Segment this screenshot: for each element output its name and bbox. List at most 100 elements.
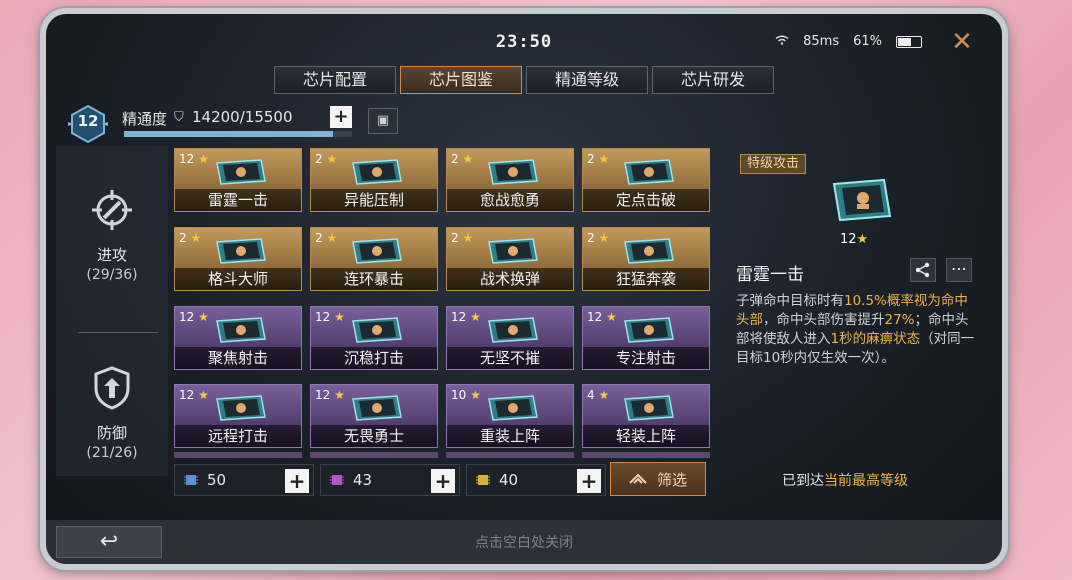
star-icon: ★ bbox=[598, 388, 610, 403]
chip-stars: 2 ★ bbox=[587, 230, 610, 245]
resource-gold: 40 + bbox=[466, 464, 606, 496]
chip-card[interactable]: 2 ★ 愈战愈勇 bbox=[446, 148, 574, 212]
chip-stars: 12 ★ bbox=[451, 309, 481, 324]
chip-icon bbox=[352, 316, 402, 343]
chip-icon bbox=[624, 395, 674, 422]
category-defense[interactable]: 防御 (21/26) bbox=[56, 364, 168, 461]
add-mastery-button[interactable]: + bbox=[330, 106, 352, 128]
chip-stars: 12 ★ bbox=[315, 309, 345, 324]
chip-stars: 2 ★ bbox=[587, 152, 610, 166]
chip-stars: 12 ★ bbox=[587, 309, 617, 324]
chip-stars: 2 ★ bbox=[179, 230, 202, 245]
chip-name: 远程打击 bbox=[175, 425, 301, 448]
resource-purple-value: 43 bbox=[353, 471, 373, 489]
chip-icon bbox=[624, 237, 674, 264]
close-button[interactable]: ✕ bbox=[948, 28, 976, 56]
category-defense-count: (21/26) bbox=[86, 445, 138, 461]
tab-chip-codex[interactable]: 芯片图鉴 bbox=[400, 66, 522, 94]
chip-card[interactable]: 2 ★ 异能压制 bbox=[310, 148, 438, 212]
chip-card[interactable]: 12 ★ 雷霆一击 bbox=[174, 148, 302, 212]
chip-detail-panel: 特级攻击 12★ 雷霆一击 ⋯ 子弹命中目标时有10.5%概率视为命中头部，命中… bbox=[722, 146, 984, 496]
chip-icon bbox=[488, 159, 538, 185]
gold-chip-icon bbox=[476, 475, 490, 485]
chip-stars: 4 ★ bbox=[587, 388, 610, 403]
chip-icon bbox=[216, 237, 266, 264]
category-attack[interactable]: 进攻 (29/36) bbox=[56, 186, 168, 283]
chip-name: 沉稳打击 bbox=[311, 346, 437, 369]
category-divider bbox=[78, 332, 158, 333]
chip-card[interactable]: 2 ★ 狂猛奔袭 bbox=[582, 226, 710, 291]
add-gold-resource-button[interactable]: + bbox=[577, 469, 601, 493]
star-icon: ★ bbox=[462, 152, 474, 166]
chip-card-icon[interactable]: ▣ bbox=[368, 108, 398, 134]
star-icon: ★ bbox=[856, 232, 869, 247]
battery-text: 61% bbox=[853, 34, 882, 49]
wifi-icon bbox=[775, 34, 789, 49]
chip-card[interactable]: 4 ★ 轻装上阵 bbox=[582, 384, 710, 449]
device-frame: 23:50 85ms 61% ✕ 芯片配置 芯片图鉴 精通等级 芯片研发 12 … bbox=[40, 8, 1008, 570]
tab-bar: 芯片配置 芯片图鉴 精通等级 芯片研发 bbox=[274, 66, 774, 94]
chip-icon bbox=[352, 237, 402, 264]
chip-card[interactable]: 10 ★ 重装上阵 bbox=[446, 384, 574, 449]
chip-grid: 12 ★ 雷霆一击 2 ★ 异能压制 2 ★ 愈战愈勇 2 ★ 定点击破 2 ★ 格斗大师 2 ★ 连… bbox=[174, 148, 710, 452]
star-icon: ★ bbox=[598, 230, 610, 245]
resource-gold-value: 40 bbox=[499, 471, 519, 489]
chip-card[interactable]: 12 ★ 远程打击 bbox=[174, 384, 302, 449]
tab-chip-config[interactable]: 芯片配置 bbox=[274, 66, 396, 94]
star-icon: ★ bbox=[198, 152, 209, 166]
star-icon: ★ bbox=[470, 309, 481, 324]
star-icon: ★ bbox=[326, 152, 338, 166]
chip-name: 无坚不摧 bbox=[447, 346, 573, 369]
purple-chip-icon bbox=[330, 475, 344, 485]
star-icon: ★ bbox=[334, 388, 345, 403]
mastery-level: 12 bbox=[77, 112, 99, 130]
chip-card[interactable]: 2 ★ 战术换弹 bbox=[446, 226, 574, 291]
chip-icon bbox=[488, 237, 538, 264]
add-blue-resource-button[interactable]: + bbox=[285, 469, 309, 493]
filter-label: 筛选 bbox=[656, 470, 687, 489]
chip-large-icon bbox=[832, 178, 892, 222]
max-level-note: 已到达当前最高等级 bbox=[782, 473, 908, 489]
bottom-bar: ↩ 点击空白处关闭 bbox=[46, 520, 1002, 564]
chip-icon bbox=[216, 159, 266, 185]
desc-text: 子弹命中目标时有 bbox=[736, 293, 844, 309]
chip-card[interactable]: 12 ★ 专注射击 bbox=[582, 305, 710, 370]
more-options-button[interactable]: ⋯ bbox=[946, 258, 972, 282]
category-attack-name: 进攻 bbox=[96, 246, 127, 264]
chip-name: 愈战愈勇 bbox=[447, 189, 573, 211]
chip-stars: 2 ★ bbox=[315, 152, 338, 166]
mastery-value: 14200/15500 bbox=[192, 108, 293, 126]
chip-icon bbox=[488, 395, 538, 422]
chip-stars: 12 ★ bbox=[179, 388, 209, 403]
game-screen: 23:50 85ms 61% ✕ 芯片配置 芯片图鉴 精通等级 芯片研发 12 … bbox=[46, 14, 1002, 564]
add-purple-resource-button[interactable]: + bbox=[431, 469, 455, 493]
chip-name: 格斗大师 bbox=[175, 267, 301, 290]
chip-card[interactable]: 2 ★ 定点击破 bbox=[582, 148, 710, 212]
chip-card[interactable]: 2 ★ 连环暴击 bbox=[310, 226, 438, 291]
chip-description: 子弹命中目标时有10.5%概率视为命中头部，命中头部伤害提升27%；命中头部将使… bbox=[736, 292, 978, 368]
chip-card[interactable]: 12 ★ 聚焦射击 bbox=[174, 305, 302, 370]
chip-stars: 2 ★ bbox=[451, 230, 474, 245]
resource-blue: 50 + bbox=[174, 464, 314, 496]
filter-button[interactable]: 筛选 bbox=[610, 462, 706, 496]
chip-name: 重装上阵 bbox=[447, 425, 573, 448]
chip-icon bbox=[352, 159, 402, 185]
shield-arrow-icon bbox=[94, 366, 130, 410]
chip-card[interactable]: 12 ★ 无畏勇士 bbox=[310, 384, 438, 449]
share-button[interactable] bbox=[910, 258, 936, 282]
grid-next-row-peek bbox=[174, 452, 710, 458]
chip-card[interactable]: 12 ★ 沉稳打击 bbox=[310, 305, 438, 370]
tab-chip-research[interactable]: 芯片研发 bbox=[652, 66, 774, 94]
chip-card[interactable]: 2 ★ 格斗大师 bbox=[174, 226, 302, 291]
chip-name: 雷霆一击 bbox=[175, 189, 301, 211]
chip-stars: 2 ★ bbox=[451, 152, 474, 166]
chip-name: 战术换弹 bbox=[447, 267, 573, 290]
desc-highlight: 27% bbox=[884, 312, 915, 328]
filter-icon bbox=[629, 474, 647, 484]
chip-detail-name: 雷霆一击 bbox=[736, 265, 804, 285]
chip-name: 狂猛奔袭 bbox=[583, 267, 709, 290]
star-icon: ★ bbox=[606, 309, 617, 324]
chip-card[interactable]: 12 ★ 无坚不摧 bbox=[446, 305, 574, 370]
tap-blank-to-close-hint[interactable]: 点击空白处关闭 bbox=[46, 532, 1002, 552]
tab-mastery-level[interactable]: 精通等级 bbox=[526, 66, 648, 94]
